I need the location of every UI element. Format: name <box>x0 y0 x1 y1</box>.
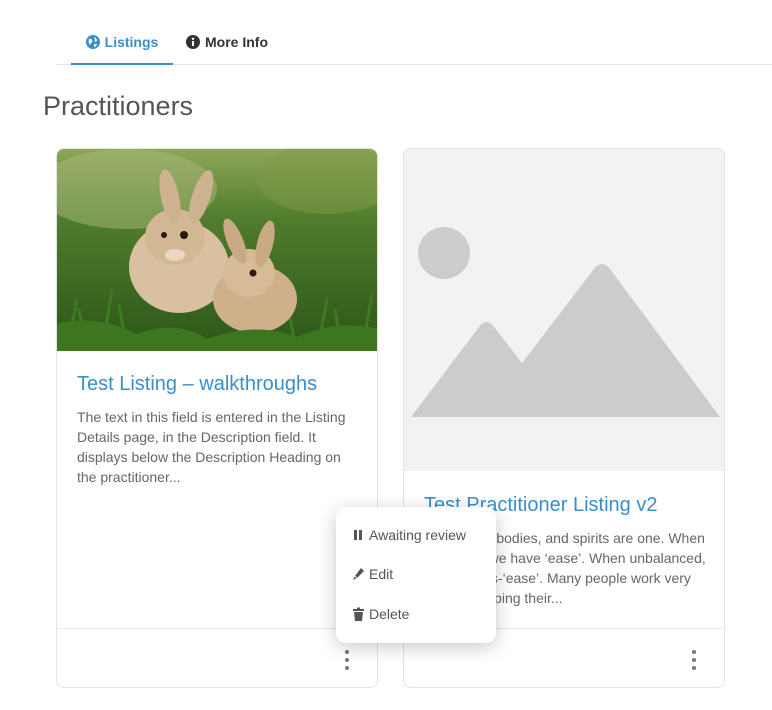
pencil-icon <box>352 567 365 581</box>
kebab-dot <box>345 650 349 654</box>
kebab-dot <box>345 658 349 662</box>
info-circle-icon <box>186 34 200 49</box>
menu-item-label: Edit <box>369 566 394 582</box>
listing-card: Test Listing – walkthroughs The text in … <box>56 148 378 688</box>
more-options-button[interactable] <box>688 650 700 670</box>
menu-item-label: Awaiting review <box>369 527 467 543</box>
menu-item-edit[interactable]: Edit <box>352 566 393 582</box>
tab-more-info[interactable]: More Info <box>186 20 268 63</box>
tab-bar: Listings More Info <box>56 20 772 65</box>
pause-icon <box>352 528 365 542</box>
menu-item-delete[interactable]: Delete <box>352 606 409 622</box>
kebab-dot <box>345 666 349 670</box>
trash-icon <box>352 607 365 621</box>
tab-listings[interactable]: Listings <box>71 20 173 65</box>
menu-item-awaiting-review[interactable]: Awaiting review <box>352 527 466 543</box>
kebab-dot <box>692 666 696 670</box>
listing-title-link[interactable]: Test Listing – walkthroughs <box>77 373 317 396</box>
menu-item-label: Delete <box>369 606 410 622</box>
page-title: Practitioners <box>43 91 194 121</box>
tab-more-info-label: More Info <box>205 33 268 50</box>
more-options-button[interactable] <box>341 650 353 670</box>
context-menu: Awaiting review Edit Delete <box>336 507 496 643</box>
rabbits-photo <box>57 149 377 351</box>
globe-icon <box>85 34 100 49</box>
kebab-dot <box>692 650 696 654</box>
tab-listings-label: Listings <box>104 33 159 50</box>
card-footer <box>57 628 377 687</box>
kebab-dot <box>692 658 696 662</box>
image-placeholder-icon <box>404 149 724 471</box>
listing-description: The text in this field is entered in the… <box>77 409 346 485</box>
